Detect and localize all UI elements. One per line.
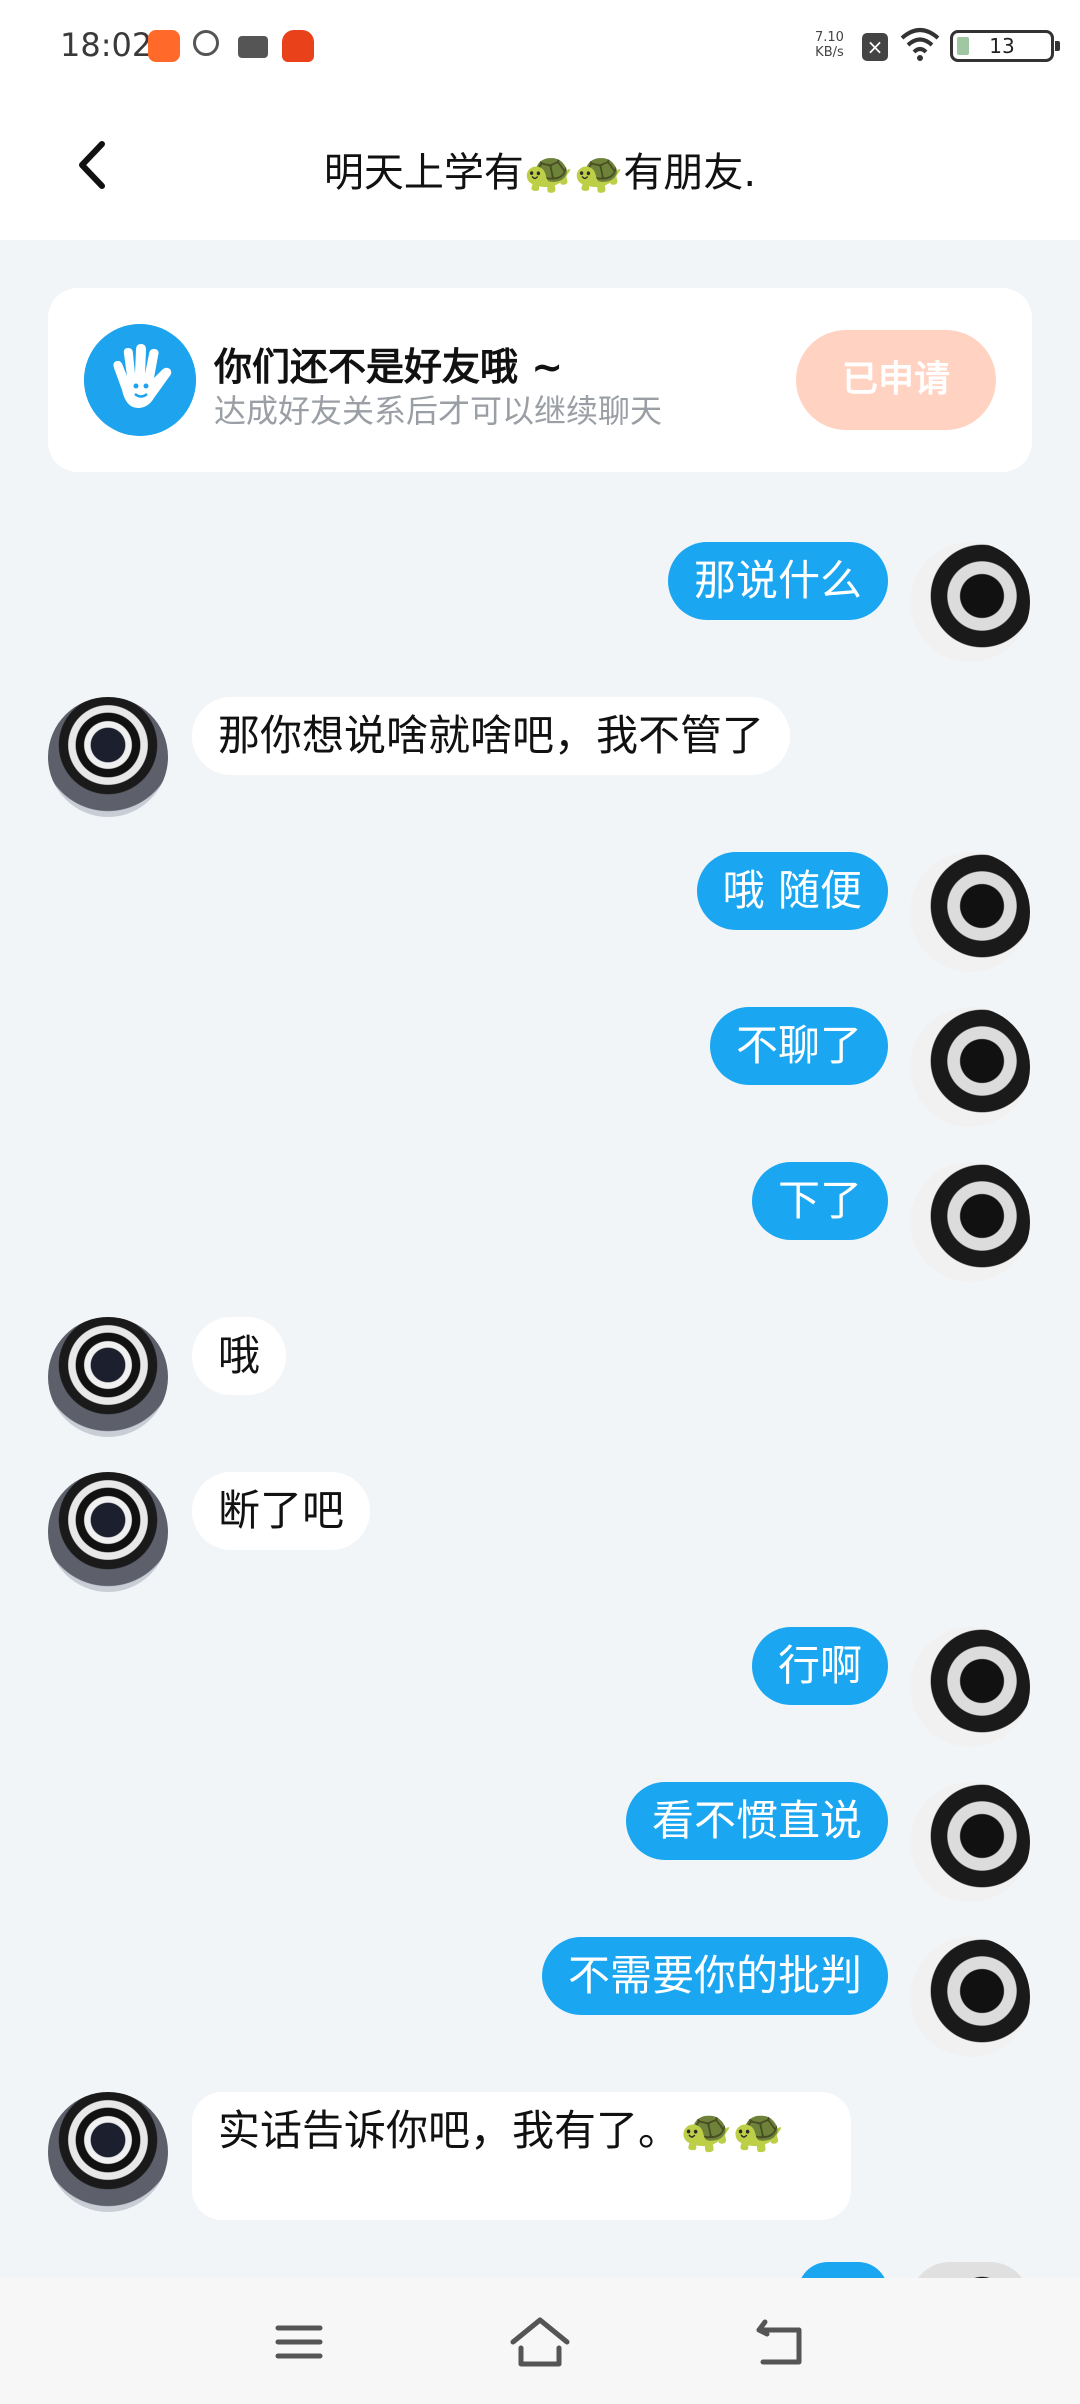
- status-bar: 18:02 7.10 KB/s × 13: [0, 0, 1080, 95]
- battery-indicator: 13: [950, 30, 1060, 62]
- contact-avatar[interactable]: [48, 697, 168, 817]
- kuaishou-app-icon: [148, 30, 180, 62]
- banner-title: 你们还不是好友哦 ~: [214, 345, 564, 389]
- message-bubble-sent[interactable]: 行啊: [751, 1627, 888, 1705]
- my-avatar[interactable]: [910, 1782, 1030, 1902]
- my-avatar[interactable]: [910, 1627, 1030, 1747]
- contact-avatar[interactable]: [48, 1472, 168, 1592]
- message-row: 断了吧: [0, 1472, 1080, 1592]
- video-camera-icon: [238, 36, 268, 58]
- contact-avatar[interactable]: [48, 2092, 168, 2212]
- home-icon[interactable]: [505, 2312, 575, 2372]
- message-row: 行啊: [0, 1627, 1080, 1747]
- status-time: 18:02: [60, 26, 153, 64]
- message-bubble-sent[interactable]: 看不惯直说: [625, 1782, 888, 1860]
- chat-title: 明天上学有🐢🐢有朋友.: [323, 150, 757, 196]
- my-avatar[interactable]: [910, 542, 1030, 662]
- menu-icon[interactable]: [264, 2312, 334, 2372]
- network-speed-value: 7.10: [815, 30, 844, 45]
- message-bubble-sent[interactable]: 不聊了: [709, 1007, 888, 1085]
- message-bubble-sent[interactable]: 下了: [751, 1162, 888, 1240]
- my-avatar[interactable]: [910, 1007, 1030, 1127]
- no-sim-icon: ×: [862, 33, 888, 61]
- my-avatar[interactable]: [910, 852, 1030, 972]
- k-app-icon: [193, 30, 219, 56]
- game-app-icon: [282, 30, 314, 62]
- message-bubble-sent[interactable]: 那说什么: [667, 542, 888, 620]
- message-row: 下了: [0, 1162, 1080, 1282]
- my-avatar[interactable]: [910, 1162, 1030, 1282]
- system-nav-bar: [0, 2278, 1080, 2404]
- message-row: 不聊了: [0, 1007, 1080, 1127]
- message-bubble-sent[interactable]: 哦 随便: [696, 852, 888, 930]
- not-friends-banner: 你们还不是好友哦 ~ 达成好友关系后才可以继续聊天 已申请: [48, 288, 1032, 472]
- my-avatar[interactable]: [910, 1937, 1030, 2057]
- message-row: 不需要你的批判: [0, 1937, 1080, 2057]
- banner-subtitle: 达成好友关系后才可以继续聊天: [214, 392, 663, 430]
- message-bubble-received[interactable]: 那你想说啥就啥吧，我不管了: [192, 697, 791, 775]
- network-speed: 7.10 KB/s: [815, 30, 844, 60]
- friend-request-sent-button[interactable]: 已申请: [796, 330, 996, 430]
- back-nav-icon[interactable]: [745, 2312, 815, 2372]
- message-row: 那说什么: [0, 542, 1080, 662]
- message-bubble-received[interactable]: 实话告诉你吧，我有了。🐢🐢: [192, 2092, 851, 2220]
- message-bubble-received[interactable]: 哦: [192, 1317, 287, 1395]
- wifi-icon: [900, 28, 940, 61]
- waving-hand-icon: [84, 324, 196, 436]
- message-row: 那你想说啥就啥吧，我不管了: [0, 697, 1080, 817]
- network-speed-unit: KB/s: [815, 45, 844, 60]
- message-row: 看不惯直说: [0, 1782, 1080, 1902]
- message-row: 实话告诉你吧，我有了。🐢🐢: [0, 2092, 1080, 2220]
- message-bubble-sent[interactable]: 不需要你的批判: [541, 1937, 888, 2015]
- message-row: 哦 随便: [0, 852, 1080, 972]
- chat-header: 明天上学有🐢🐢有朋友.: [0, 95, 1080, 240]
- message-row: 哦: [0, 1317, 1080, 1437]
- contact-avatar[interactable]: [48, 1317, 168, 1437]
- message-bubble-received[interactable]: 断了吧: [192, 1472, 371, 1550]
